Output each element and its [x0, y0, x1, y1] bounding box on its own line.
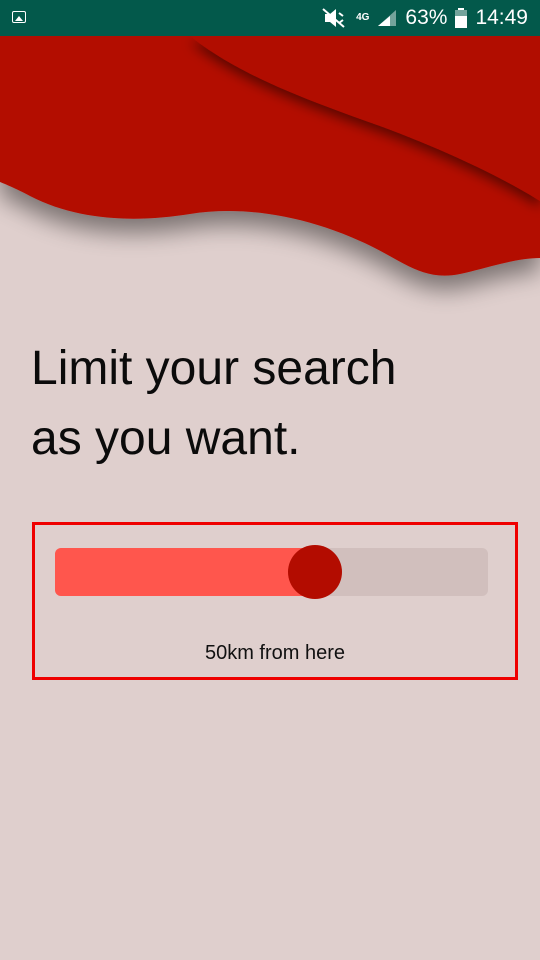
header-wave-decoration: [0, 36, 540, 276]
image-icon: [12, 11, 26, 23]
distance-slider-fill: [55, 548, 315, 596]
distance-slider-container: 50km from here: [32, 522, 518, 680]
battery-percent: 63%: [405, 6, 448, 29]
network-type: 4G: [356, 12, 370, 23]
clock: 14:49: [475, 6, 528, 29]
title-line-1: Limit your search: [31, 342, 397, 395]
distance-slider-thumb[interactable]: [288, 545, 342, 599]
distance-slider-track[interactable]: [55, 545, 488, 599]
page-title: Limit your search as you want.: [31, 334, 511, 474]
mute-icon: [322, 8, 348, 28]
status-icons: 4G 63% 14:49: [322, 0, 528, 36]
status-bar: 4G 63% 14:49: [0, 0, 540, 36]
title-line-2: as you want.: [31, 412, 301, 465]
battery-icon: [455, 8, 468, 28]
signal-icon: [377, 9, 397, 27]
screen: 4G 63% 14:49 Limit your search as you wa…: [0, 0, 540, 960]
distance-caption: 50km from here: [204, 642, 346, 664]
